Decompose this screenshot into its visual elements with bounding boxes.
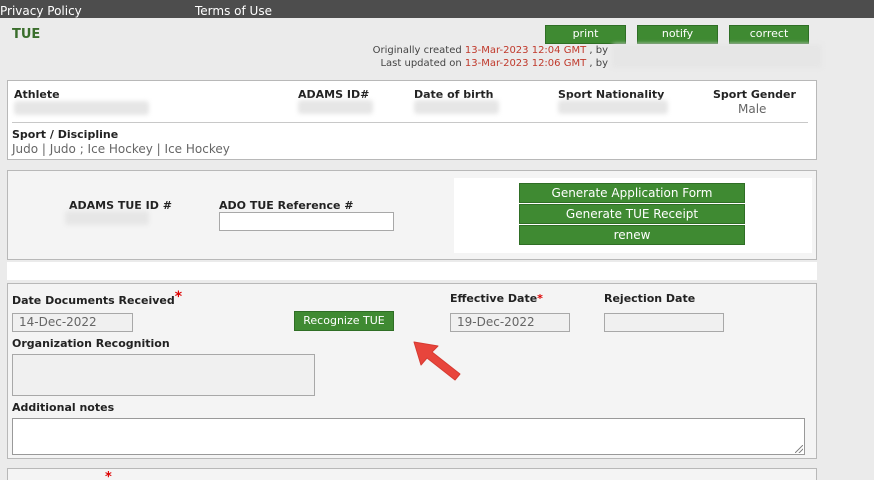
privacy-policy-link[interactable]: Privacy Policy: [0, 4, 82, 18]
terms-of-use-link[interactable]: Terms of Use: [195, 4, 272, 18]
generate-application-form-button[interactable]: Generate Application Form: [519, 183, 745, 203]
organization-recognition-input[interactable]: [12, 354, 315, 396]
correct-button[interactable]: correct: [729, 25, 809, 44]
date-documents-received-label: Date Documents Received*: [12, 289, 183, 307]
generate-tue-receipt-button[interactable]: Generate TUE Receipt: [519, 204, 745, 224]
athlete-label: Athlete: [14, 88, 60, 101]
print-button[interactable]: print: [545, 25, 626, 44]
additional-notes-textarea[interactable]: [12, 418, 805, 455]
red-arrow-icon: [413, 341, 461, 381]
redacted-dob: [414, 100, 499, 114]
created-prefix: Originally created: [372, 45, 462, 56]
sport-gender-label: Sport Gender: [713, 88, 796, 101]
organization-recognition-label: Organization Recognition: [12, 337, 170, 350]
required-mark: *: [105, 470, 112, 480]
resize-grip-icon[interactable]: [795, 445, 803, 453]
page-title: TUE: [12, 27, 41, 42]
updated-date: 13-Mar-2023 12:06 GMT: [464, 58, 587, 69]
updated-by: , by: [589, 58, 608, 69]
renew-button[interactable]: renew: [519, 225, 745, 245]
rejection-date-input[interactable]: [604, 313, 724, 332]
spacer: [7, 262, 817, 280]
sport-gender-value: Male: [738, 102, 767, 116]
rejection-date-label: Rejection Date: [604, 292, 696, 305]
effective-date-label: Effective Date*: [450, 292, 543, 305]
redacted-adams-id: [298, 100, 373, 114]
redacted-athlete: [14, 101, 149, 115]
created-by: , by: [589, 45, 608, 56]
updated-prefix: Last updated on: [380, 58, 462, 69]
recognize-tue-button[interactable]: Recognize TUE: [294, 311, 394, 331]
updated-info: Last updated on 13-Mar-2023 12:06 GMT , …: [380, 58, 608, 69]
next-panel: *: [7, 468, 817, 480]
sport-discipline-label: Sport / Discipline: [12, 128, 119, 141]
created-info: Originally created 13-Mar-2023 12:04 GMT…: [373, 45, 608, 56]
redacted-user: [612, 44, 822, 68]
notify-button[interactable]: notify: [637, 25, 718, 44]
redacted-nationality: [558, 100, 668, 114]
created-date: 13-Mar-2023 12:04 GMT: [464, 45, 587, 56]
date-documents-received-input[interactable]: 14-Dec-2022: [12, 313, 133, 332]
ado-tue-ref-input[interactable]: [219, 212, 394, 231]
athlete-panel: Athlete ADAMS ID# Date of birth Sport Na…: [7, 80, 817, 160]
ado-tue-ref-label: ADO TUE Reference #: [219, 199, 354, 212]
top-nav-bar: Privacy Policy Terms of Use: [0, 0, 874, 18]
additional-notes-label: Additional notes: [12, 401, 115, 414]
redacted-tue-id: [65, 211, 149, 225]
effective-date-input[interactable]: 19-Dec-2022: [450, 313, 570, 332]
sport-discipline-value: Judo | Judo ; Ice Hockey | Ice Hockey: [12, 142, 230, 156]
divider: [12, 122, 808, 123]
